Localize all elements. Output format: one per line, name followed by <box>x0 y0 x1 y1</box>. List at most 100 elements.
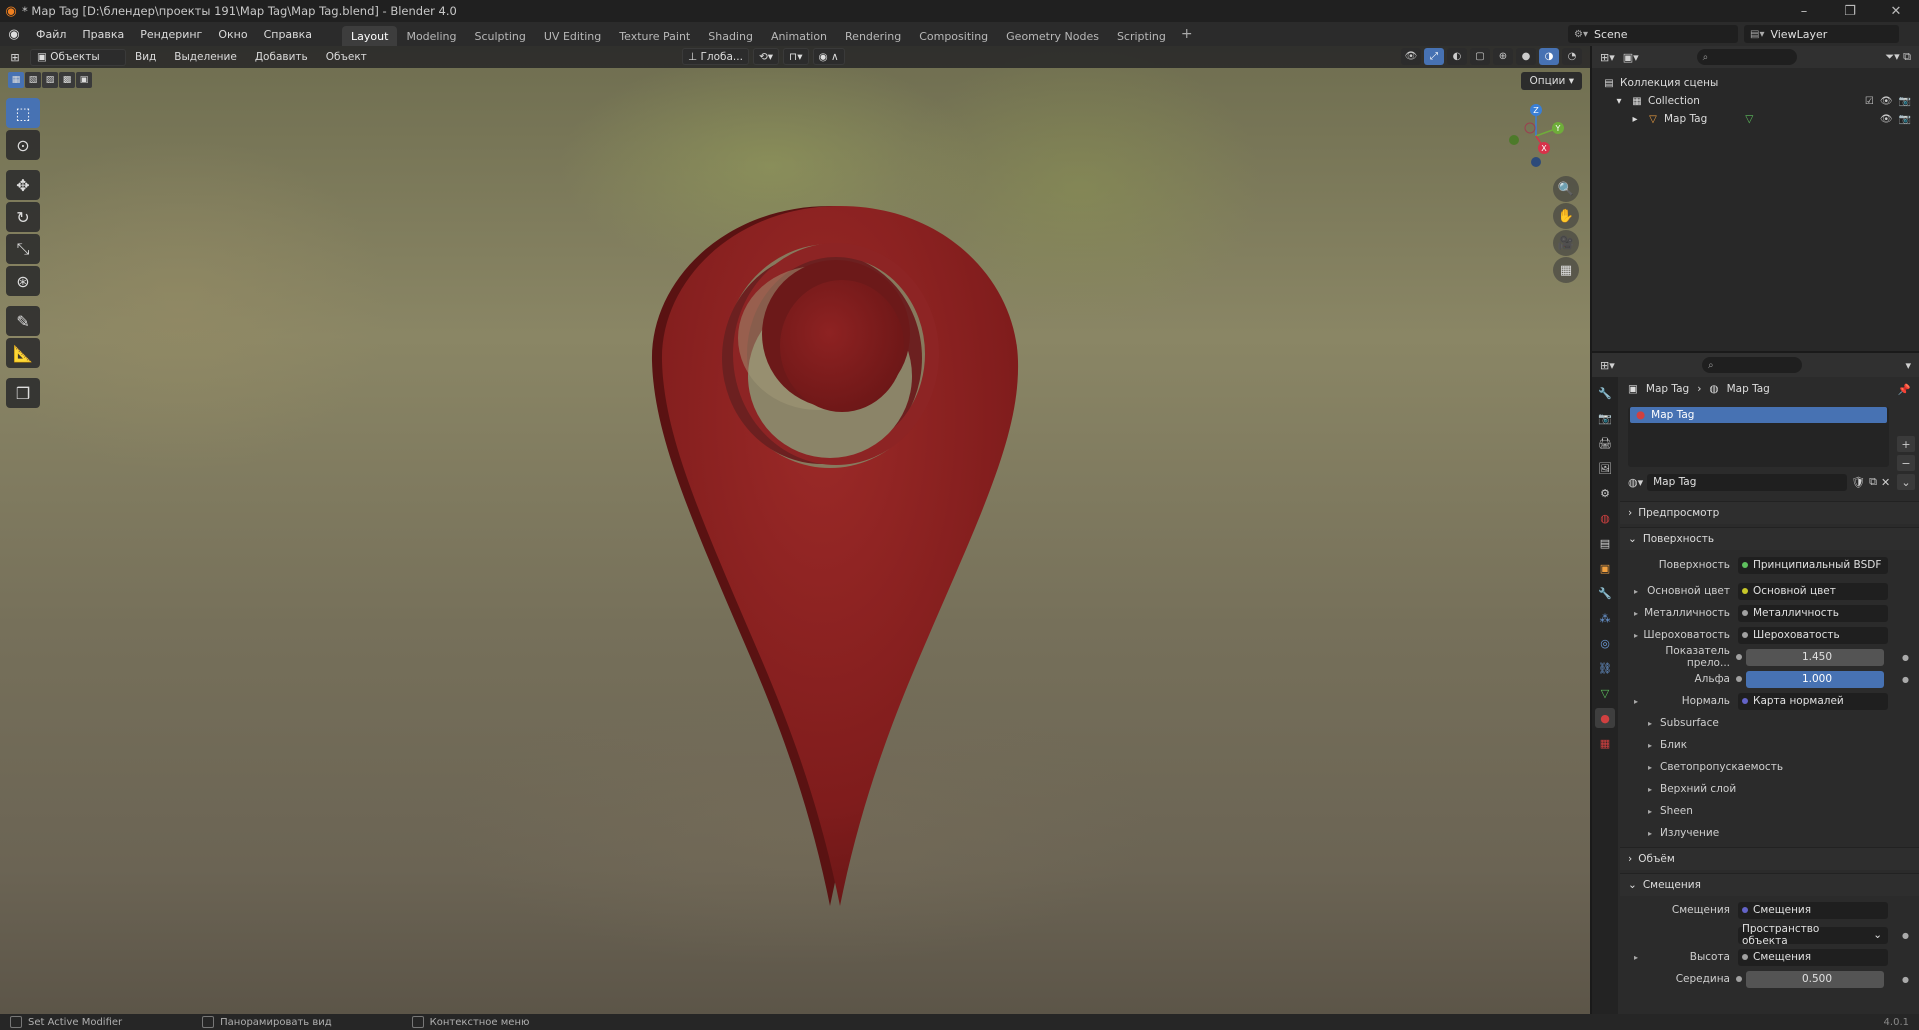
tab-rendering[interactable]: Rendering <box>836 26 910 46</box>
expand-arrow-icon[interactable]: ▸ <box>1634 609 1638 618</box>
material-slot-list[interactable]: ● Map Tag <box>1628 407 1889 467</box>
tab-animation[interactable]: Animation <box>762 26 836 46</box>
tab-uv-editing[interactable]: UV Editing <box>535 26 610 46</box>
maximize-icon[interactable]: ❐ <box>1827 0 1873 22</box>
panel-preview[interactable]: › Предпросмотр <box>1620 501 1919 524</box>
subpanel-specular[interactable]: ▸ Блик <box>1620 734 1919 756</box>
tool-tab-icon[interactable]: 🔧 <box>1595 383 1615 403</box>
pan-hand-icon[interactable]: ✋ <box>1553 203 1579 229</box>
map-tag-3d-model[interactable] <box>640 186 1040 926</box>
tab-modeling[interactable]: Modeling <box>397 26 465 46</box>
select-extend-icon[interactable]: ▧ <box>25 72 41 88</box>
tab-compositing[interactable]: Compositing <box>910 26 997 46</box>
snap-icon[interactable]: ⊓▾ <box>783 48 809 65</box>
viewport-menu-object[interactable]: Объект <box>317 51 376 63</box>
outliner-collection-row[interactable]: ▾ ▦ Collection ☑ 👁 📷 <box>1592 92 1919 110</box>
base-color-field[interactable]: Основной цвет <box>1738 582 1888 600</box>
expand-arrow-icon[interactable]: ▸ <box>1628 113 1642 125</box>
menu-render[interactable]: Рендеринг <box>132 22 210 46</box>
rotate-tool-icon[interactable]: ↻ <box>6 202 40 232</box>
keyframe-dot-icon[interactable]: ● <box>1902 675 1909 684</box>
material-shading-icon[interactable]: ◑ <box>1539 48 1559 65</box>
ortho-grid-icon[interactable]: ▦ <box>1553 257 1579 283</box>
select-invert-icon[interactable]: ▩ <box>59 72 75 88</box>
expand-arrow-icon[interactable]: ▸ <box>1634 587 1638 596</box>
viewport-menu-view[interactable]: Вид <box>126 51 165 63</box>
height-field[interactable]: Смещения <box>1738 948 1888 966</box>
select-subtract-icon[interactable]: ▨ <box>42 72 58 88</box>
outliner-scene-collection[interactable]: ▤ Коллекция сцены <box>1592 74 1919 92</box>
tab-texture-paint[interactable]: Texture Paint <box>610 26 699 46</box>
collection-tab-icon[interactable]: ▤ <box>1595 533 1615 553</box>
panel-surface[interactable]: ⌄ Поверхность <box>1620 527 1919 550</box>
mode-selector[interactable]: ▣ Объекты <box>30 48 126 66</box>
subpanel-transmission[interactable]: ▸ Светопропускаемость <box>1620 756 1919 778</box>
camera-view-icon[interactable]: 🎥 <box>1553 230 1579 256</box>
subpanel-coat[interactable]: ▸ Верхний слой <box>1620 778 1919 800</box>
unlink-material-icon[interactable]: ✕ <box>1881 476 1890 489</box>
scene-tab-icon[interactable]: ⚙ <box>1595 483 1615 503</box>
keyframe-dot-icon[interactable]: ● <box>1902 653 1909 662</box>
tab-scripting[interactable]: Scripting <box>1108 26 1175 46</box>
camera-icon[interactable]: 📷 <box>1899 96 1911 107</box>
physics-tab-icon[interactable]: ◎ <box>1595 633 1615 653</box>
properties-editor-icon[interactable]: ⊞▾ <box>1600 359 1615 372</box>
filter-icon[interactable]: ⏷▾ ⧉ <box>1885 50 1911 64</box>
solid-shading-icon[interactable]: ● <box>1516 48 1536 65</box>
select-new-icon[interactable]: ▦ <box>8 72 24 88</box>
transform-tool-icon[interactable]: ⊛ <box>6 266 40 296</box>
proportional-edit-icon[interactable]: ◉ ∧ <box>812 48 845 65</box>
tab-geometry-nodes[interactable]: Geometry Nodes <box>997 26 1108 46</box>
roughness-field[interactable]: Шероховатость <box>1738 626 1888 644</box>
data-tab-icon[interactable]: ▽ <box>1595 683 1615 703</box>
eye-icon[interactable]: 👁 <box>1880 114 1893 125</box>
keyframe-dot-icon[interactable]: ● <box>1902 931 1909 940</box>
tab-layout[interactable]: Layout <box>342 26 398 46</box>
viewport-menu-add[interactable]: Добавить <box>246 51 317 63</box>
select-intersect-icon[interactable]: ▣ <box>76 72 92 88</box>
navigation-gizmo[interactable]: Z Y X <box>1500 100 1572 172</box>
slot-menu-icon[interactable]: ⌄ <box>1897 474 1915 490</box>
blender-menu-icon[interactable]: ◉ <box>0 27 28 42</box>
midlevel-field[interactable]: 0.500 <box>1746 970 1884 988</box>
menu-file[interactable]: Файл <box>28 22 74 46</box>
remove-slot-icon[interactable]: − <box>1897 455 1915 471</box>
editor-type-icon[interactable]: ⊞ <box>0 51 30 64</box>
view-layer-tab-icon[interactable]: 🖼 <box>1595 458 1615 478</box>
material-name-field[interactable]: Map Tag <box>1647 473 1848 491</box>
select-box-tool-icon[interactable]: ⬚ <box>6 98 40 128</box>
pin-icon[interactable]: 📌 <box>1898 383 1911 396</box>
camera-icon[interactable]: 📷 <box>1899 114 1911 125</box>
minimize-icon[interactable]: – <box>1781 0 1827 22</box>
object-tab-icon[interactable]: ▣ <box>1595 558 1615 578</box>
transform-orientation[interactable]: ⊥ Глоба... <box>682 48 749 65</box>
displacement-field[interactable]: Смещения <box>1738 901 1888 919</box>
annotate-tool-icon[interactable]: ✎ <box>6 306 40 336</box>
gizmo-toggle-icon[interactable]: ⤢ <box>1424 48 1444 65</box>
properties-options-icon[interactable]: ▾ <box>1905 359 1911 372</box>
particles-tab-icon[interactable]: ⁂ <box>1595 608 1615 628</box>
move-tool-icon[interactable]: ✥ <box>6 170 40 200</box>
add-slot-icon[interactable]: + <box>1897 436 1915 452</box>
options-dropdown[interactable]: Опции ▾ <box>1521 72 1582 90</box>
rendered-shading-icon[interactable]: ◔ <box>1562 48 1582 65</box>
viewport-menu-select[interactable]: Выделение <box>165 51 246 63</box>
outliner-editor-icon[interactable]: ⊞▾ <box>1600 51 1615 64</box>
scene-selector[interactable]: ⚙▾ Scene <box>1568 25 1738 43</box>
keyframe-dot-icon[interactable]: ● <box>1902 975 1909 984</box>
display-mode-icon[interactable]: ▣▾ <box>1623 51 1639 64</box>
browse-material-icon[interactable]: ◍▾ <box>1628 476 1643 489</box>
render-tab-icon[interactable]: 📷 <box>1595 408 1615 428</box>
alpha-field[interactable]: 1.000 <box>1746 670 1884 688</box>
expand-arrow-icon[interactable]: ▸ <box>1634 697 1638 706</box>
add-workspace-icon[interactable]: + <box>1175 26 1199 42</box>
surface-shader-field[interactable]: Принципиальный BSDF <box>1738 556 1888 574</box>
menu-edit[interactable]: Правка <box>74 22 132 46</box>
constraints-tab-icon[interactable]: ⛓ <box>1595 658 1615 678</box>
zoom-icon[interactable]: 🔍 <box>1553 176 1579 202</box>
wireframe-shading-icon[interactable]: ⊕ <box>1493 48 1513 65</box>
panel-displacement[interactable]: ⌄ Смещения <box>1620 873 1919 896</box>
scale-tool-icon[interactable]: ⤡ <box>6 234 40 264</box>
view-layer-selector[interactable]: ▤▾ ViewLayer <box>1744 25 1899 43</box>
duplicate-material-icon[interactable]: ⧉ <box>1869 475 1877 489</box>
